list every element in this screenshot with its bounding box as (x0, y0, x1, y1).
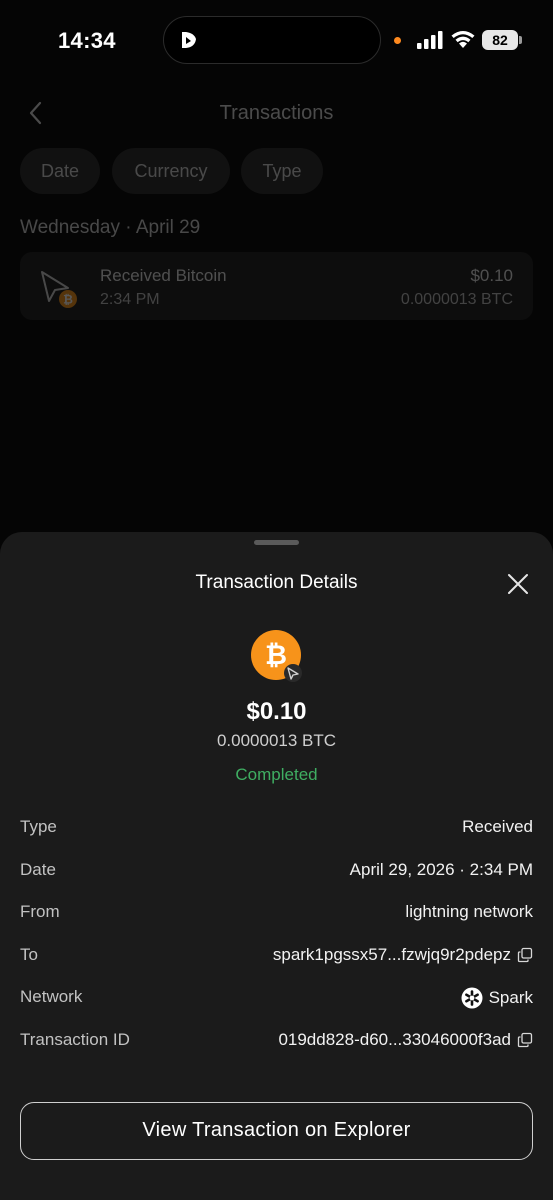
detail-row-to: To spark1pgssx57...fzwjq9r2pdepz (20, 942, 533, 972)
transaction-details-sheet: Transaction Details ₿ $0.10 0.0000013 BT… (0, 532, 553, 1200)
received-arrow-icon: ₿ (41, 271, 77, 308)
amount-fiat: $0.10 (246, 698, 307, 725)
view-on-explorer-button[interactable]: View Transaction on Explorer (20, 1102, 533, 1160)
status-completed: Completed (235, 765, 318, 784)
detail-value: 019dd828-d60...33046000f3ad (278, 1030, 511, 1049)
transaction-fiat-amount: $0.10 (470, 266, 513, 285)
cellular-signal-icon (417, 31, 443, 49)
detail-label: Date (20, 860, 56, 879)
detail-value: Received (462, 817, 533, 836)
status-time: 14:34 (58, 28, 116, 53)
sheet-title: Transaction Details (195, 572, 358, 593)
detail-label: Transaction ID (20, 1030, 130, 1049)
status-bar: 14:34 82 (0, 0, 553, 82)
detail-value: spark1pgssx57...fzwjq9r2pdepz (272, 945, 511, 964)
detail-row-from: From lightning network (20, 899, 533, 929)
detail-row-network: Network Spark (20, 984, 533, 1014)
wifi-icon (451, 31, 475, 48)
sheet-grabber-handle[interactable] (254, 540, 299, 545)
detail-label: To (20, 945, 38, 964)
copy-icon[interactable] (517, 947, 533, 963)
transactions-page: Transactions Date Currency Type Wednesda… (0, 82, 553, 532)
transaction-list-item[interactable]: ₿ Received Bitcoin 2:34 PM $0.10 0.00000… (20, 252, 533, 320)
copy-icon[interactable] (517, 1032, 533, 1048)
battery-indicator: 82 (482, 30, 518, 50)
transaction-time: 2:34 PM (100, 291, 160, 308)
detail-row-transaction-id: Transaction ID 019dd828-d60...33046000f3… (20, 1027, 533, 1057)
transaction-btc-amount: 0.0000013 BTC (400, 291, 513, 308)
svg-text:₿: ₿ (63, 293, 73, 307)
detail-label: Type (20, 817, 57, 836)
detail-value: lightning network (405, 902, 533, 921)
svg-text:₿: ₿ (265, 640, 287, 671)
detail-value: Spark (488, 988, 533, 1007)
bitcoin-coin-icon: ₿ (251, 630, 302, 682)
detail-row-type: Type Received (20, 814, 533, 844)
detail-label: From (20, 902, 60, 921)
detail-label: Network (20, 987, 83, 1006)
close-icon[interactable] (505, 571, 531, 597)
spark-network-icon (461, 987, 483, 1009)
filter-chip-currency[interactable]: Currency (112, 148, 230, 194)
filter-chip-date[interactable]: Date (20, 148, 100, 194)
page-title: Transactions (219, 102, 334, 124)
dynamic-island (163, 16, 381, 64)
filter-chip-type[interactable]: Type (241, 148, 323, 194)
amount-btc: 0.0000013 BTC (216, 731, 337, 750)
battery-nub (519, 36, 522, 44)
app-activity-icon (182, 32, 196, 48)
detail-value: April 29, 2026 · 2:34 PM (349, 860, 533, 879)
section-date-header: Wednesday · April 29 (20, 217, 201, 238)
privacy-indicator-dot (394, 37, 401, 44)
detail-row-date: Date April 29, 2026 · 2:34 PM (20, 857, 533, 887)
transaction-title: Received Bitcoin (100, 266, 227, 285)
